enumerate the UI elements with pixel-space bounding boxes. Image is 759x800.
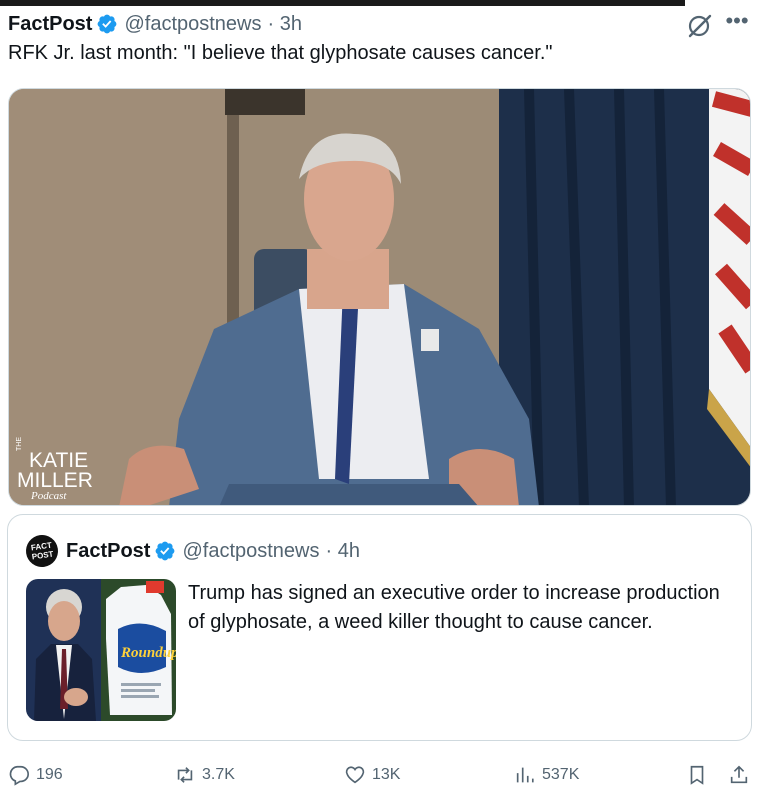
avatar[interactable]: FACT POST bbox=[23, 532, 61, 570]
tweet-video[interactable]: THE KATIE MILLER Podcast bbox=[8, 88, 751, 506]
like-count: 13K bbox=[372, 766, 401, 783]
thumbnail-image: Roundup bbox=[26, 579, 176, 721]
quoted-author-handle[interactable]: @factpostnews bbox=[182, 540, 319, 563]
like-button[interactable]: 13K bbox=[344, 760, 400, 790]
previous-post-edge bbox=[0, 0, 759, 8]
quoted-tweet-text: Trump has signed an executive order to i… bbox=[188, 582, 720, 633]
verified-badge-icon bbox=[98, 14, 117, 34]
quoted-post-time[interactable]: · 4h bbox=[326, 540, 360, 563]
bookmark-button[interactable] bbox=[686, 760, 714, 790]
reply-icon bbox=[9, 765, 29, 786]
watermark-line2: MILLER bbox=[17, 469, 93, 492]
bookmark-icon bbox=[690, 765, 704, 785]
repost-count: 3.7K bbox=[202, 766, 235, 783]
heart-icon bbox=[345, 766, 365, 784]
views-button[interactable]: 537K bbox=[514, 760, 579, 790]
verified-badge-icon bbox=[156, 541, 175, 561]
author-handle[interactable]: @factpostnews bbox=[124, 13, 261, 36]
watermark-line3: Podcast bbox=[30, 490, 67, 502]
view-count: 537K bbox=[542, 766, 580, 783]
analytics-icon bbox=[516, 767, 534, 783]
author-name[interactable]: FactPost bbox=[8, 13, 92, 36]
thumb-brand-text: Roundup bbox=[120, 645, 176, 661]
video-frame: THE KATIE MILLER Podcast bbox=[9, 89, 750, 505]
tweet-text: RFK Jr. last month: "I believe that glyp… bbox=[8, 42, 553, 64]
repost-icon bbox=[177, 767, 193, 783]
reply-button[interactable]: 196 bbox=[8, 760, 63, 790]
repost-button[interactable]: 3.7K bbox=[174, 760, 235, 790]
quoted-tweet[interactable]: FACT POST FactPost @factpostnews · 4h Ro… bbox=[7, 514, 752, 741]
tweet-header: FactPost @factpostnews · 3h bbox=[8, 10, 302, 38]
quoted-tweet-thumbnail[interactable]: Roundup bbox=[26, 579, 176, 721]
share-button[interactable] bbox=[728, 760, 756, 790]
grok-icon[interactable] bbox=[686, 12, 714, 40]
more-options-icon[interactable]: ••• bbox=[722, 10, 752, 36]
quoted-author-name[interactable]: FactPost bbox=[66, 540, 150, 563]
avatar-text-line2: POST bbox=[31, 549, 55, 562]
watermark-the: THE bbox=[16, 437, 23, 451]
reply-count: 196 bbox=[36, 766, 63, 783]
share-icon bbox=[730, 765, 748, 784]
quoted-tweet-header: FACT POST FactPost @factpostnews · 4h bbox=[23, 532, 360, 570]
post-time[interactable]: · 3h bbox=[268, 13, 302, 36]
tweet-actions-bar: 196 3.7K 13K 537K bbox=[0, 760, 759, 790]
